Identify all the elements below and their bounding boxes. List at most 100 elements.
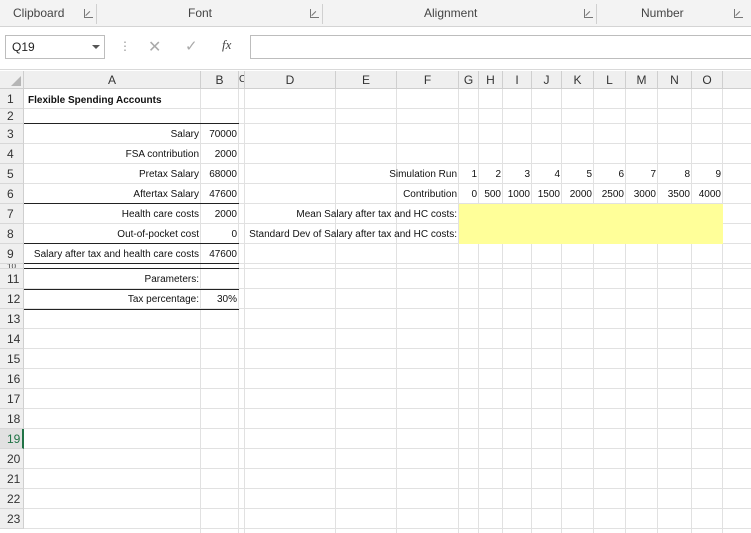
grid-line [244, 89, 245, 533]
value-salary[interactable]: 70000 [201, 126, 237, 144]
grid-line [593, 89, 594, 533]
row-header-5[interactable]: 5 [0, 164, 24, 184]
value-net[interactable]: 47600 [201, 246, 237, 264]
name-box[interactable]: Q19 [5, 35, 105, 59]
col-header-blank [723, 71, 751, 89]
col-header-e[interactable]: E [336, 71, 397, 89]
cancel-icon[interactable]: ✕ [148, 37, 161, 57]
sim-contribution-value[interactable]: 4000 [692, 186, 721, 204]
label-pretax: Pretax Salary [138, 169, 199, 180]
label-aftertax: Aftertax Salary [133, 189, 199, 200]
ribbon-divider [322, 4, 323, 24]
ribbon: Clipboard Font Alignment Number [0, 0, 751, 27]
cell-border [24, 268, 239, 269]
col-header-f[interactable]: F [397, 71, 459, 89]
grid-line [238, 89, 239, 533]
value-oop[interactable]: 0 [201, 226, 237, 244]
sim-contribution-value[interactable]: 1000 [503, 186, 530, 204]
label-parameters: Parameters: [144, 274, 199, 285]
row-header-2[interactable]: 2 [0, 109, 24, 124]
grid-line [24, 488, 751, 489]
col-header-m[interactable]: M [626, 71, 658, 89]
sim-contribution-value[interactable]: 2500 [594, 186, 624, 204]
sim-run-value[interactable]: 1 [459, 166, 477, 184]
sim-run-value[interactable]: 4 [532, 166, 560, 184]
select-all-icon [11, 76, 21, 86]
clipboard-launcher-icon[interactable] [84, 9, 93, 18]
value-aftertax[interactable]: 47600 [201, 186, 237, 204]
sim-contribution-value[interactable]: 2000 [562, 186, 592, 204]
col-header-o[interactable]: O [692, 71, 723, 89]
sim-contribution-value[interactable]: 0 [459, 186, 477, 204]
formula-input[interactable] [250, 35, 751, 59]
grid-line [691, 89, 692, 533]
row-header-12[interactable]: 12 [0, 289, 24, 309]
label-health: Health care costs [121, 209, 199, 220]
sim-run-value[interactable]: 7 [626, 166, 656, 184]
col-header-g[interactable]: G [459, 71, 479, 89]
check-icon[interactable]: ✓ [185, 37, 198, 55]
grid-line [458, 89, 459, 533]
sim-contribution-value[interactable]: 3000 [626, 186, 656, 204]
row-header-22[interactable]: 22 [0, 489, 24, 509]
insert-function-icon[interactable]: fx [222, 37, 231, 53]
row-header-19[interactable]: 19 [0, 429, 24, 449]
cell-border [24, 289, 239, 290]
row-header-17[interactable]: 17 [0, 389, 24, 409]
col-header-k[interactable]: K [562, 71, 594, 89]
label-fsa: FSA contribution [125, 149, 199, 160]
grid-line [24, 428, 751, 429]
ribbon-group-font: Font [188, 6, 213, 20]
sim-run-value[interactable]: 2 [479, 166, 501, 184]
col-header-d[interactable]: D [245, 71, 336, 89]
row-header-8[interactable]: 8 [0, 224, 24, 244]
sim-contribution-value[interactable]: 1500 [532, 186, 560, 204]
col-header-b[interactable]: B [201, 71, 239, 89]
sim-run-value[interactable]: 3 [503, 166, 530, 184]
row-header-6[interactable]: 6 [0, 184, 24, 204]
grid-line [502, 89, 503, 533]
row-header-9[interactable]: 9 [0, 244, 24, 264]
row-header-13[interactable]: 13 [0, 309, 24, 329]
row-header-15[interactable]: 15 [0, 349, 24, 369]
row-header-7[interactable]: 7 [0, 204, 24, 224]
sim-run-value[interactable]: 9 [692, 166, 721, 184]
cell-border [24, 309, 239, 310]
label-net: Salary after tax and health care costs [33, 249, 199, 260]
chevron-down-icon[interactable] [92, 45, 100, 49]
select-all-button[interactable] [0, 71, 24, 89]
ribbon-group-number: Number [641, 6, 684, 20]
grid-line [24, 528, 751, 529]
col-header-j[interactable]: J [532, 71, 562, 89]
row-header-14[interactable]: 14 [0, 329, 24, 349]
sim-run-value[interactable]: 6 [594, 166, 624, 184]
row-header-11[interactable]: 11 [0, 269, 24, 289]
row-header-16[interactable]: 16 [0, 369, 24, 389]
col-header-i[interactable]: I [503, 71, 532, 89]
sim-run-value[interactable]: 5 [562, 166, 592, 184]
value-tax[interactable]: 30% [201, 291, 237, 309]
alignment-launcher-icon[interactable] [584, 9, 593, 18]
sim-run-value[interactable]: 8 [658, 166, 690, 184]
row-header-1[interactable]: 1 [0, 89, 24, 109]
row-header-21[interactable]: 21 [0, 469, 24, 489]
value-pretax[interactable]: 68000 [201, 166, 237, 184]
col-header-n[interactable]: N [658, 71, 692, 89]
font-launcher-icon[interactable] [310, 9, 319, 18]
value-fsa[interactable]: 2000 [201, 146, 237, 164]
col-header-a[interactable]: A [24, 71, 201, 89]
col-header-l[interactable]: L [594, 71, 626, 89]
row-header-23[interactable]: 23 [0, 509, 24, 529]
row-header-4[interactable]: 4 [0, 144, 24, 164]
name-box-value: Q19 [12, 40, 35, 54]
row-header-18[interactable]: 18 [0, 409, 24, 429]
row-header-20[interactable]: 20 [0, 449, 24, 469]
sim-contribution-value[interactable]: 3500 [658, 186, 690, 204]
number-launcher-icon[interactable] [734, 9, 743, 18]
result-range-highlight[interactable] [459, 204, 723, 244]
row-header-3[interactable]: 3 [0, 124, 24, 144]
col-header-h[interactable]: H [479, 71, 503, 89]
value-health[interactable]: 2000 [201, 206, 237, 224]
sim-contribution-value[interactable]: 500 [479, 186, 501, 204]
grid-line [24, 348, 751, 349]
